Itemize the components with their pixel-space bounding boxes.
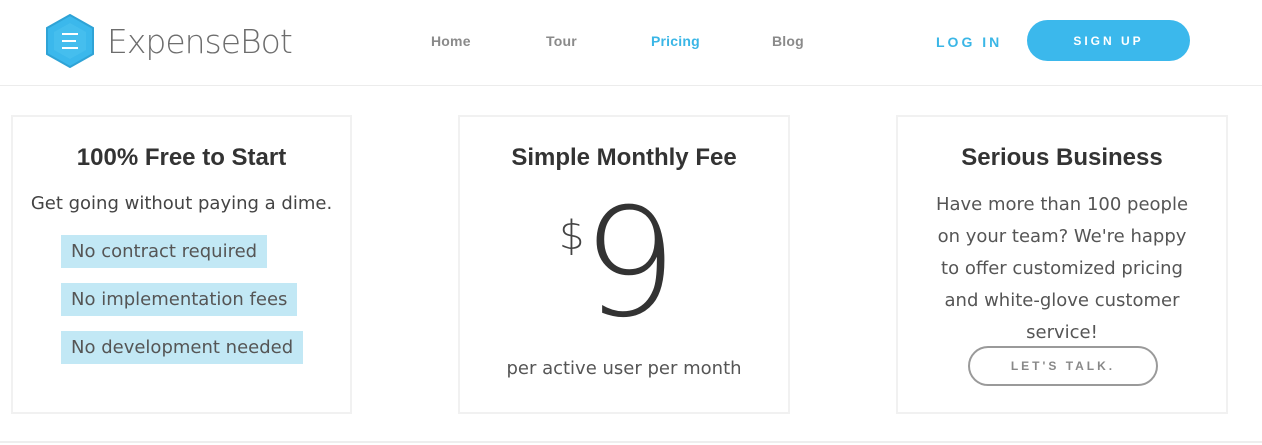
- feature-item: No implementation fees: [61, 283, 298, 316]
- nav-pricing-link[interactable]: Pricing: [651, 33, 700, 49]
- business-plan-title: Serious Business: [961, 144, 1163, 171]
- price-display: $ 9: [460, 189, 788, 339]
- business-plan-description: Have more than 100 people on your team? …: [935, 194, 1189, 343]
- nav-home-link[interactable]: Home: [431, 33, 471, 49]
- nav-tour-link[interactable]: Tour: [546, 33, 577, 49]
- price-amount: 9: [582, 177, 678, 351]
- price-unit: per active user per month: [506, 358, 742, 379]
- monthly-plan-card: Simple Monthly Fee $ 9 per active user p…: [458, 115, 790, 414]
- free-plan-description: Get going without paying a dime.: [30, 193, 333, 214]
- free-plan-title: 100% Free to Start: [76, 144, 287, 171]
- signup-button[interactable]: SIGN UP: [1027, 20, 1190, 61]
- monthly-plan-title: Simple Monthly Fee: [511, 144, 737, 171]
- lets-talk-button[interactable]: LET'S TALK.: [968, 346, 1158, 386]
- nav-blog-link[interactable]: Blog: [772, 33, 804, 49]
- login-link[interactable]: LOG IN: [936, 34, 1002, 50]
- feature-list: No contract required No implementation f…: [61, 235, 304, 379]
- feature-item: No development needed: [61, 331, 304, 364]
- section-divider: [0, 441, 1262, 443]
- free-plan-card: 100% Free to Start Get going without pay…: [11, 115, 352, 414]
- feature-item: No contract required: [61, 235, 268, 268]
- business-plan-card: Serious Business Have more than 100 peop…: [896, 115, 1228, 414]
- site-header: ExpenseBot Home Tour Pricing Blog LOG IN…: [0, 0, 1262, 86]
- currency-symbol: $: [559, 213, 585, 259]
